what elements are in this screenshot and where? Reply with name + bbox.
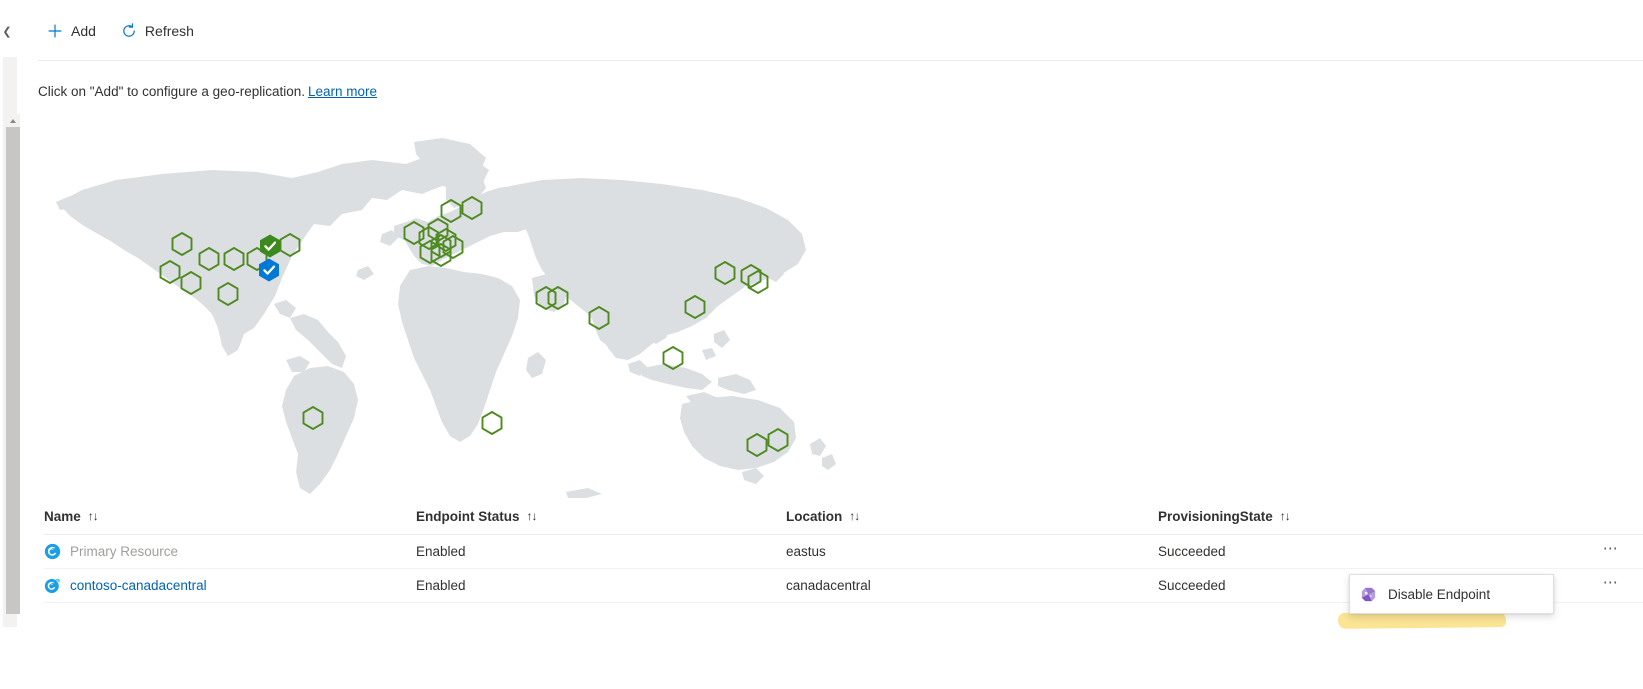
command-bar-divider	[38, 60, 1643, 61]
more-options-icon[interactable]: ⋯	[1597, 539, 1625, 565]
row-context-menu: Disable Endpoint	[1349, 574, 1554, 614]
table-row[interactable]: Primary Resource Enabled eastus Succeede…	[44, 535, 1643, 569]
cell-location: eastus	[786, 544, 826, 559]
cell-provisioning-state: Succeeded	[1158, 544, 1226, 559]
more-options-icon[interactable]: ⋯	[1597, 573, 1625, 599]
column-header-location-label: Location	[786, 508, 843, 524]
map-landmasses	[56, 138, 836, 498]
info-message: Click on "Add" to configure a geo-replic…	[38, 82, 377, 101]
cell-actions: ⋯	[1538, 539, 1643, 565]
refresh-button[interactable]: Refresh	[112, 16, 202, 46]
cell-name: contoso-canadacentral	[44, 577, 416, 594]
add-button-label: Add	[71, 22, 96, 39]
plus-icon	[46, 22, 64, 40]
menu-item-disable-endpoint[interactable]: Disable Endpoint	[1350, 579, 1553, 609]
refresh-button-label: Refresh	[144, 22, 194, 39]
info-message-text: Click on "Add" to configure a geo-replic…	[38, 84, 305, 99]
world-map[interactable]	[42, 128, 842, 500]
learn-more-link[interactable]: Learn more	[308, 84, 377, 99]
cell-name: Primary Resource	[44, 543, 416, 560]
scroll-up-arrow-icon[interactable]	[6, 114, 20, 127]
map-marker-outline[interactable]	[481, 411, 503, 435]
table-header-row: Name ↑↓ Endpoint Status ↑↓ Location ↑↓ P…	[44, 498, 1643, 535]
command-bar: Add Refresh	[22, 0, 1643, 61]
column-header-endpoint-status-label: Endpoint Status	[416, 508, 520, 524]
column-header-name[interactable]: Name ↑↓	[44, 509, 416, 524]
sort-icon: ↑↓	[849, 509, 860, 523]
sort-icon: ↑↓	[87, 509, 99, 523]
cell-endpoint-status: Enabled	[416, 544, 466, 559]
azure-replication-registry-icon	[44, 577, 61, 594]
geo-replication-blade: ❮ Add Refresh Click on "Add" to configur…	[0, 0, 1643, 689]
sort-icon: ↑↓	[526, 509, 538, 523]
vertical-scrollbar-thumb[interactable]	[6, 127, 20, 614]
column-header-endpoint-status[interactable]: Endpoint Status ↑↓	[416, 509, 786, 524]
world-map-svg	[56, 138, 836, 498]
sort-icon: ↑↓	[1279, 509, 1291, 523]
column-header-location[interactable]: Location ↑↓	[786, 509, 1158, 524]
chevron-left-icon[interactable]: ❮	[0, 24, 14, 40]
disable-endpoint-icon	[1360, 586, 1377, 603]
refresh-icon	[120, 22, 138, 40]
resource-name-link[interactable]: contoso-canadacentral	[70, 578, 207, 593]
cell-endpoint-status: Enabled	[416, 578, 466, 593]
cell-location: canadacentral	[786, 578, 871, 593]
column-header-name-label: Name	[44, 508, 81, 524]
resource-name: Primary Resource	[70, 544, 179, 559]
column-header-provisioning-state-label: ProvisioningState	[1158, 508, 1273, 524]
add-button[interactable]: Add	[38, 16, 104, 46]
menu-item-disable-endpoint-label: Disable Endpoint	[1388, 586, 1491, 602]
blade-content: Add Refresh Click on "Add" to configure …	[22, 0, 1643, 689]
left-rail: ❮	[0, 0, 22, 689]
azure-container-registry-icon	[44, 543, 61, 560]
vertical-scrollbar-track[interactable]	[3, 57, 20, 627]
column-header-provisioning-state[interactable]: ProvisioningState ↑↓	[1158, 509, 1538, 524]
